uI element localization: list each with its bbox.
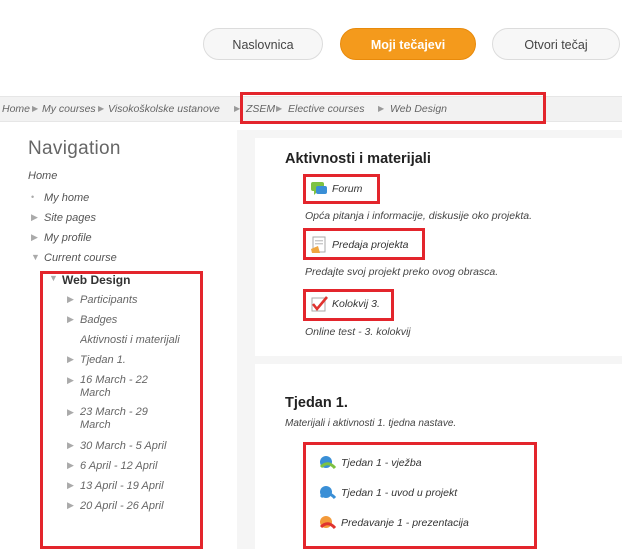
collapse-arrow-icon: ▼ (31, 252, 40, 262)
expand-arrow-icon: ▶ (67, 500, 74, 510)
nav-badges-label: Badges (80, 314, 118, 326)
nav-course-web-design[interactable]: ▼ Web Design (49, 273, 131, 287)
nav-home-label: Home (28, 170, 58, 182)
breadcrumb: Home ▶ My courses ▶ Visokoškolske ustano… (0, 96, 622, 122)
breadcrumb-web-design[interactable]: Web Design (390, 97, 447, 121)
nav-week-13-april[interactable]: ▶ 13 April - 19 April (67, 480, 164, 492)
breadcrumb-separator: ▶ (234, 104, 241, 113)
breadcrumb-elective-courses[interactable]: Elective courses (288, 97, 364, 121)
nav-week-label: 6 April - 12 April (80, 460, 158, 472)
breadcrumb-institutions[interactable]: Visokoškolske ustanove (108, 97, 220, 121)
nav-week-label: 16 March - 22 March (80, 374, 148, 399)
activity-label: Predavanje 1 - prezentacija (341, 517, 469, 529)
resource-icon (319, 456, 337, 470)
resource-icon (319, 486, 337, 500)
breadcrumb-home[interactable]: Home (2, 97, 30, 121)
collapse-arrow-icon: ▼ (49, 273, 58, 283)
activity-description: Predajte svoj projekt preko ovog obrasca… (305, 266, 499, 278)
nav-week-23-march[interactable]: ▶ 23 March - 29 March (67, 406, 150, 432)
course-content: Aktivnosti i materijali Forum Opća pitan… (237, 130, 622, 549)
nav-course-label: Web Design (62, 273, 131, 287)
nav-current-course[interactable]: ▼ Current course (31, 252, 117, 264)
navigation-block: Navigation Home • My home ▶ Site pages ▶ My… (0, 130, 225, 549)
activity-description: Opća pitanja i informacije, diskusije ok… (305, 210, 533, 222)
breadcrumb-my-courses[interactable]: My courses (42, 97, 96, 121)
nav-my-home-label: My home (44, 192, 90, 204)
nav-aktivnosti-i-materijali[interactable]: ▶Aktivnosti i materijali (80, 334, 198, 346)
expand-arrow-icon: ▶ (67, 354, 74, 364)
nav-participants[interactable]: ▶ Participants (67, 294, 138, 306)
nav-participants-label: Participants (80, 294, 138, 306)
expand-arrow-icon: ▶ (67, 480, 74, 490)
breadcrumb-separator: ▶ (32, 104, 39, 113)
nav-badges[interactable]: ▶ Badges (67, 314, 118, 326)
bullet-icon: • (31, 192, 35, 202)
expand-arrow-icon: ▶ (67, 375, 74, 385)
nav-aktivnosti-label: Aktivnosti i materijali (80, 334, 180, 346)
expand-arrow-icon: ▶ (31, 212, 38, 222)
section-aktivnosti: Aktivnosti i materijali Forum Opća pitan… (255, 138, 622, 356)
section-tjedan-1: Tjedan 1. Materijali i aktivnosti 1. tje… (255, 364, 622, 549)
expand-arrow-icon: ▶ (67, 407, 74, 417)
forum-icon (311, 182, 327, 195)
section-title: Aktivnosti i materijali (285, 151, 431, 167)
nav-my-profile-label: My profile (44, 232, 92, 244)
nav-tjedan-1[interactable]: ▶ Tjedan 1. (67, 354, 126, 366)
nav-home[interactable]: Home (28, 170, 57, 182)
presentation-icon (319, 516, 337, 530)
nav-my-profile[interactable]: ▶ My profile (31, 232, 92, 244)
nav-site-pages-label: Site pages (44, 212, 96, 224)
activity-forum-label: Forum (332, 183, 363, 195)
my-courses-nav-button[interactable]: Moji tečajevi (340, 28, 476, 60)
activity-label: Tjedan 1 - uvod u projekt (341, 487, 458, 499)
expand-arrow-icon: ▶ (67, 294, 74, 304)
nav-week-6-april[interactable]: ▶ 6 April - 12 April (67, 460, 158, 472)
nav-week-label: 20 April - 26 April (80, 500, 164, 512)
nav-tjedan-1-label: Tjedan 1. (80, 354, 126, 366)
breadcrumb-separator: ▶ (98, 104, 105, 113)
expand-arrow-icon: ▶ (67, 314, 74, 324)
nav-site-pages[interactable]: ▶ Site pages (31, 212, 96, 224)
breadcrumb-separator: ▶ (276, 104, 283, 113)
nav-week-16-march[interactable]: ▶ 16 March - 22 March (67, 374, 150, 400)
top-navigation-bar: Naslovnica Moji tečajevi Otvori tečaj (0, 0, 622, 88)
breadcrumb-zsem[interactable]: ZSEM (246, 97, 275, 121)
activity-label: Tjedan 1 - vježba (341, 457, 422, 469)
activity-predaja-label: Predaja projekta (332, 239, 409, 251)
home-nav-button[interactable]: Naslovnica (203, 28, 323, 60)
expand-arrow-icon: ▶ (31, 232, 38, 242)
open-course-nav-button[interactable]: Otvori tečaj (492, 28, 620, 60)
nav-week-label: 30 March - 5 April (80, 440, 167, 452)
nav-week-30-march[interactable]: ▶ 30 March - 5 April (67, 440, 167, 452)
nav-current-course-label: Current course (44, 252, 117, 264)
nav-week-20-april[interactable]: ▶ 20 April - 26 April (67, 500, 164, 512)
section-title: Tjedan 1. (285, 395, 348, 411)
breadcrumb-separator: ▶ (378, 104, 385, 113)
section-summary: Materijali i aktivnosti 1. tjedna nastav… (285, 418, 457, 429)
expand-arrow-icon: ▶ (67, 440, 74, 450)
nav-my-home[interactable]: • My home (31, 192, 90, 204)
quiz-icon (311, 296, 328, 312)
navigation-title: Navigation (28, 138, 121, 159)
activity-kolokvij-label: Kolokvij 3. (332, 298, 380, 310)
activity-description: Online test - 3. kolokvij (305, 326, 411, 338)
nav-week-label: 13 April - 19 April (80, 480, 164, 492)
nav-week-label: 23 March - 29 March (80, 406, 148, 431)
expand-arrow-icon: ▶ (67, 460, 74, 470)
assignment-icon (311, 236, 326, 253)
